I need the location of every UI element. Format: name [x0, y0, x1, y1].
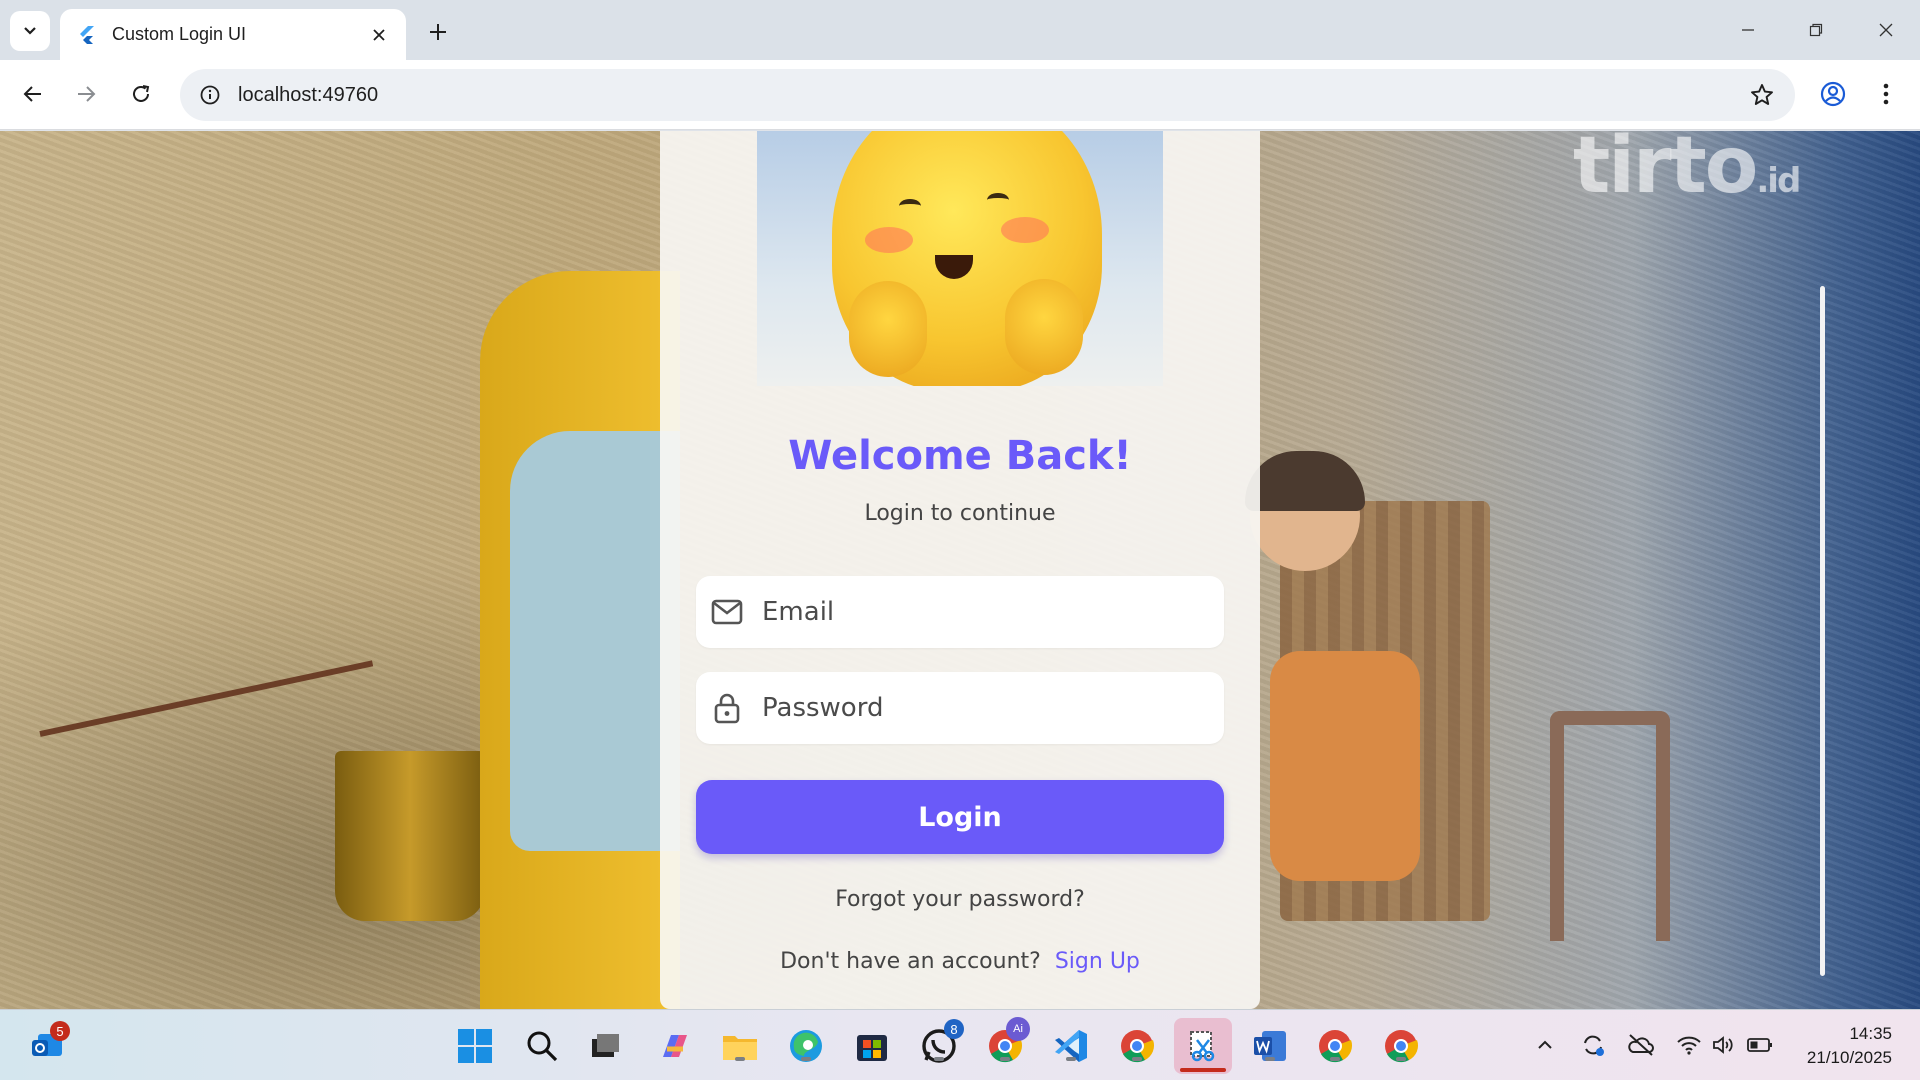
tab-search-button[interactable] [10, 11, 50, 51]
more-vertical-icon [1883, 83, 1889, 105]
arrow-right-icon [78, 86, 96, 102]
no-account-text: Don't have an account? [780, 949, 1041, 974]
url-text[interactable]: localhost:49760 [238, 84, 378, 107]
word-icon[interactable] [1249, 1025, 1291, 1067]
taskbar: 5 8 Ai 14:35 21/10/2025 [0, 1009, 1920, 1080]
browser-tab-strip: Custom Login UI [0, 0, 1920, 60]
mascot-cheek-left [865, 227, 913, 253]
forgot-password-link[interactable]: Forgot your password? [660, 887, 1260, 912]
task-view-icon[interactable] [584, 1025, 626, 1067]
plus-icon [430, 24, 446, 40]
forward-button[interactable] [66, 74, 106, 114]
file-explorer-icon[interactable] [719, 1025, 761, 1067]
copilot-icon[interactable] [654, 1025, 696, 1067]
email-field[interactable] [696, 576, 1224, 648]
whatsapp-icon[interactable]: 8 [918, 1019, 964, 1067]
running-indicator [735, 1057, 745, 1061]
address-bar[interactable]: localhost:49760 [180, 69, 1795, 121]
vscode-icon[interactable] [1050, 1025, 1092, 1067]
close-window-button[interactable] [1866, 12, 1906, 48]
close-icon [1879, 23, 1893, 37]
close-tab-icon[interactable] [368, 24, 390, 46]
ai-badge: Ai [1006, 1017, 1030, 1041]
password-field[interactable] [696, 672, 1224, 744]
login-subtitle: Login to continue [864, 501, 1056, 526]
account-icon [1820, 81, 1846, 107]
pole-illustration [1820, 286, 1825, 976]
mail-icon [710, 595, 744, 629]
signup-row: Don't have an account? Sign Up [660, 949, 1260, 974]
volume-icon[interactable] [1708, 1030, 1738, 1060]
mascot-paw-left [849, 281, 927, 377]
bucket-illustration [335, 751, 485, 921]
wifi-icon[interactable] [1674, 1030, 1704, 1060]
chrome-icon[interactable] [1314, 1025, 1356, 1067]
page-viewport: tirto.id Welcome Back! Login to continue [0, 131, 1920, 1009]
running-indicator [1132, 1057, 1142, 1061]
browser-menu-button[interactable] [1867, 75, 1905, 113]
password-input[interactable] [762, 693, 1202, 723]
reload-button[interactable] [121, 74, 161, 114]
chrome-icon[interactable] [1380, 1025, 1422, 1067]
email-input[interactable] [762, 597, 1202, 627]
flutter-icon [80, 25, 94, 44]
running-indicator [1066, 1057, 1076, 1061]
running-indicator [1265, 1057, 1275, 1061]
running-indicator [801, 1057, 811, 1061]
minimize-icon [1742, 29, 1754, 31]
outlook-icon[interactable]: 5 [26, 1021, 70, 1067]
search-icon[interactable] [521, 1025, 563, 1067]
duck-shirt-illustration [510, 431, 680, 851]
minimize-button[interactable] [1728, 12, 1768, 48]
system-clock[interactable]: 14:35 21/10/2025 [1807, 1022, 1892, 1070]
whatsapp-badge: 8 [944, 1019, 964, 1039]
chevron-down-icon [24, 27, 36, 35]
login-card: Welcome Back! Login to continue Login Fo… [660, 131, 1260, 1009]
mascot-cheek-right [1001, 217, 1049, 243]
clock-time: 14:35 [1849, 1024, 1892, 1043]
reload-icon [133, 85, 150, 102]
mascot-image [757, 131, 1163, 386]
back-button[interactable] [13, 74, 53, 114]
browser-toolbar: localhost:49760 [0, 60, 1920, 130]
running-indicator [1330, 1057, 1340, 1061]
running-indicator [934, 1057, 944, 1061]
windows-start-icon[interactable] [454, 1025, 496, 1067]
arrow-left-icon [23, 86, 41, 102]
tab-title: Custom Login UI [112, 24, 247, 44]
lock-icon [710, 691, 744, 725]
clock-date: 21/10/2025 [1806, 1048, 1892, 1067]
mascot-paw-right [1005, 279, 1083, 375]
chrome-icon[interactable] [1116, 1025, 1158, 1067]
browser-tab[interactable]: Custom Login UI [60, 9, 406, 60]
show-hidden-icons-chevron-icon[interactable] [1530, 1030, 1560, 1060]
site-info-icon[interactable] [184, 69, 236, 121]
battery-icon[interactable] [1745, 1030, 1775, 1060]
outlook-badge: 5 [50, 1021, 70, 1041]
sync-icon[interactable] [1578, 1030, 1608, 1060]
chrome-ai-icon[interactable]: Ai [984, 1017, 1030, 1067]
edge-icon[interactable] [785, 1025, 827, 1067]
welcome-heading: Welcome Back! [788, 433, 1132, 479]
onedrive-offline-icon[interactable] [1626, 1030, 1656, 1060]
running-indicator [1000, 1057, 1010, 1061]
new-tab-button[interactable] [420, 14, 456, 50]
mascot-eye-left [899, 199, 921, 213]
running-indicator [1396, 1057, 1406, 1061]
stool-illustration [1550, 711, 1670, 941]
bookmark-star-icon[interactable] [1749, 82, 1775, 108]
active-indicator [1180, 1068, 1226, 1072]
profile-button[interactable] [1814, 75, 1852, 113]
kid-body-illustration [1270, 651, 1420, 881]
mascot-eye-right [987, 193, 1009, 207]
restore-icon [1809, 23, 1823, 37]
signup-link[interactable]: Sign Up [1055, 949, 1140, 974]
background-watermark: tirto.id [1573, 131, 1801, 211]
restore-button[interactable] [1796, 12, 1836, 48]
microsoft-store-icon[interactable] [851, 1025, 893, 1067]
snipping-tool-icon[interactable] [1174, 1018, 1232, 1074]
login-button[interactable]: Login [696, 780, 1224, 854]
